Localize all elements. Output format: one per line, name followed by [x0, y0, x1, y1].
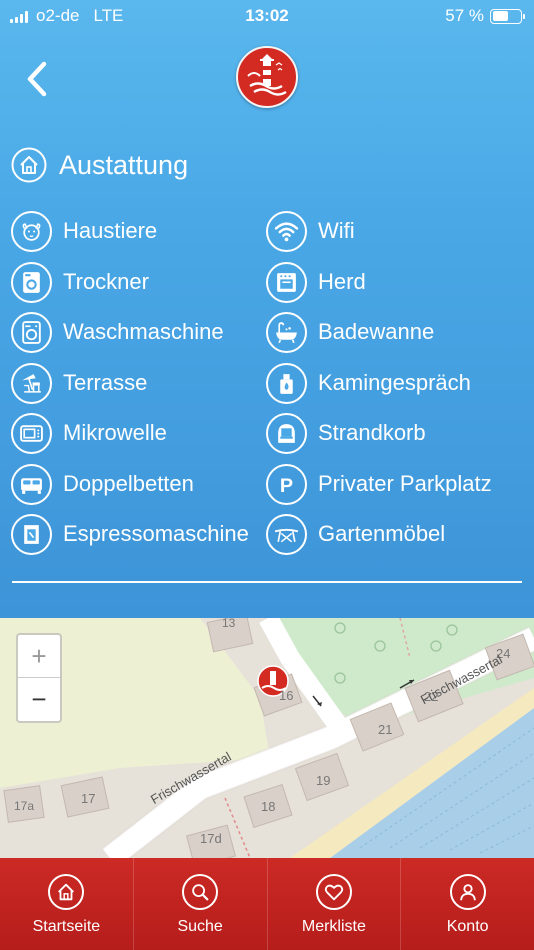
terrace-icon — [11, 362, 52, 404]
tab-konto[interactable]: Konto — [401, 858, 534, 950]
washing-machine-icon — [11, 311, 52, 353]
section-title: Austattung — [11, 147, 188, 183]
double-bed-icon — [11, 463, 52, 505]
feature-label: Wifi — [318, 218, 355, 243]
house-number: 17d — [200, 831, 222, 846]
tab-merkliste[interactable]: Merkliste — [268, 858, 402, 950]
feature-item: Wifi — [266, 209, 355, 253]
tab-label: Suche — [177, 918, 223, 935]
tab-label: Startseite — [32, 918, 101, 935]
feature-label: Gartenmöbel — [318, 521, 446, 546]
battery-percent: 57 % — [445, 6, 484, 25]
feature-label: Terrasse — [63, 370, 148, 395]
feature-item: Herd — [266, 260, 366, 304]
map-zoom-control: + − — [16, 633, 62, 723]
house-number: 17a — [14, 799, 35, 813]
house-number: 21 — [378, 722, 393, 737]
house-number: 17 — [81, 791, 96, 806]
feature-label: Trockner — [63, 269, 149, 294]
battery-icon — [490, 8, 525, 24]
espresso-machine-icon — [11, 513, 52, 555]
svg-text:P: P — [280, 474, 293, 496]
feature-label: Haustiere — [63, 218, 158, 243]
feature-label: Badewanne — [318, 319, 435, 344]
feature-label: Waschmaschine — [63, 319, 224, 344]
dryer-icon — [11, 261, 52, 303]
feature-label: Mikrowelle — [63, 420, 167, 445]
feature-label: Kamingespräch — [318, 370, 471, 395]
stove-icon — [266, 261, 307, 303]
feature-label: Herd — [318, 269, 366, 294]
feature-item: Mikrowelle — [11, 411, 167, 455]
feature-item: Trockner — [11, 260, 149, 304]
house-number: 13 — [222, 618, 236, 630]
status-bar: o2-de LTE 13:02 57 % — [0, 0, 534, 32]
bathtub-icon — [266, 311, 307, 353]
divider — [12, 581, 522, 583]
feature-item: Terrasse — [11, 361, 147, 405]
lighthouse-logo-icon — [236, 46, 298, 108]
feature-label: Strandkorb — [318, 420, 426, 445]
pet-icon — [11, 210, 52, 252]
tab-bar: Startseite Suche Merkliste Konto — [0, 858, 534, 950]
tab-startseite[interactable]: Startseite — [0, 858, 134, 950]
map-view[interactable]: 13 16 24 22 21 19 18 17 17a 17d Frischwa… — [0, 618, 534, 858]
home-icon — [11, 147, 47, 183]
beach-chair-icon — [266, 412, 307, 454]
feature-label: Privater Parkplatz — [318, 471, 492, 496]
feature-item: Badewanne — [266, 310, 434, 354]
tab-label: Merkliste — [301, 918, 366, 935]
back-button[interactable] — [20, 58, 56, 100]
zoom-in-button[interactable]: + — [18, 635, 60, 678]
section-title-label: Austattung — [59, 149, 189, 180]
feature-item: Kamingespräch — [266, 361, 471, 405]
search-icon — [182, 874, 219, 910]
feature-item: Gartenmöbel — [266, 512, 445, 556]
feature-item: Haustiere — [11, 209, 157, 253]
microwave-icon — [11, 412, 52, 454]
home-icon — [48, 874, 85, 910]
garden-furniture-icon — [266, 513, 307, 555]
heart-icon — [315, 874, 352, 910]
feature-item: Strandkorb — [266, 411, 426, 455]
fireplace-icon — [266, 362, 307, 404]
feature-item: Doppelbetten — [11, 462, 194, 506]
feature-item: P Privater Parkplatz — [266, 462, 492, 506]
house-number: 16 — [279, 688, 294, 703]
house-number: 19 — [316, 773, 331, 788]
tab-label: Konto — [446, 918, 489, 935]
feature-item: Waschmaschine — [11, 310, 224, 354]
chevron-left-icon — [27, 61, 47, 97]
zoom-out-button[interactable]: − — [18, 678, 60, 721]
wifi-icon — [266, 210, 307, 252]
tab-suche[interactable]: Suche — [134, 858, 268, 950]
feature-label: Doppelbetten — [63, 471, 194, 496]
feature-item: Espressomaschine — [11, 512, 249, 556]
feature-label: Espressomaschine — [63, 521, 249, 546]
user-icon — [449, 874, 486, 910]
parking-icon: P — [266, 463, 307, 505]
house-number: 18 — [261, 799, 276, 814]
